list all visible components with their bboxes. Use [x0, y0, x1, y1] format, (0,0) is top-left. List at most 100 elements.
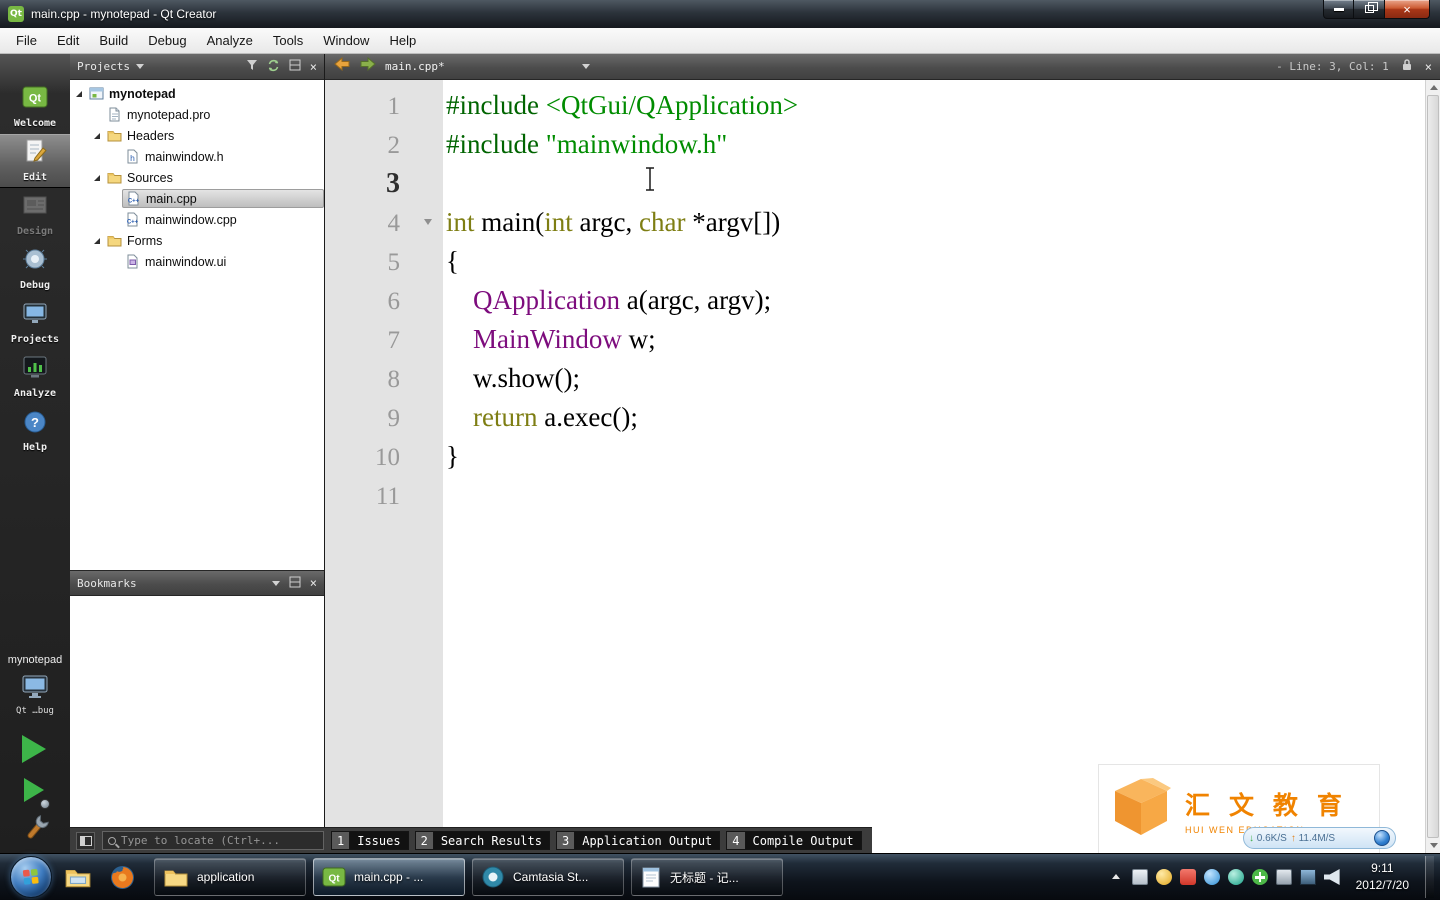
- svg-text:h: h: [130, 153, 135, 163]
- mode-debug[interactable]: Debug: [0, 242, 70, 296]
- code-line: 10}: [325, 437, 1425, 476]
- bookmarks-pane-title: Bookmarks: [77, 576, 137, 590]
- code-editor[interactable]: 1 #include <QtGui/QApplication> 2 #include …: [325, 80, 1425, 853]
- start-button[interactable]: [10, 856, 52, 898]
- tree-item-mainwindow-cpp[interactable]: C++ mainwindow.cpp: [70, 209, 324, 230]
- expanded-arrow-icon[interactable]: [94, 237, 100, 244]
- menu-analyze[interactable]: Analyze: [197, 29, 263, 52]
- bookmarks-list[interactable]: [70, 596, 324, 827]
- folder-icon: [163, 866, 189, 888]
- menu-window[interactable]: Window: [313, 29, 379, 52]
- firefox-icon[interactable]: [104, 857, 140, 897]
- printer-icon[interactable]: [1275, 869, 1292, 885]
- taskbar-button-main-cpp[interactable]: Qt main.cpp - ...: [313, 858, 465, 896]
- expanded-arrow-icon[interactable]: [76, 90, 82, 97]
- scroll-down-button[interactable]: [1426, 838, 1440, 853]
- line-number: 11: [375, 483, 400, 510]
- split-icon[interactable]: [289, 59, 301, 74]
- restore-button[interactable]: [1354, 0, 1384, 19]
- mode-welcome[interactable]: Qt Welcome: [0, 80, 70, 134]
- filter-icon[interactable]: [246, 59, 258, 74]
- back-button[interactable]: [333, 56, 351, 76]
- tree-item-forms[interactable]: Forms: [70, 230, 324, 251]
- scrollbar-thumb[interactable]: [1427, 95, 1439, 838]
- keyboard-icon[interactable]: [1131, 869, 1148, 885]
- code-line: 6 QApplication a(argc, argv);: [325, 281, 1425, 320]
- editor-scrollbar[interactable]: [1425, 80, 1440, 853]
- mode-edit[interactable]: Edit: [0, 134, 70, 188]
- plus-icon[interactable]: [1251, 869, 1268, 885]
- toggle-sidebar-button[interactable]: [76, 831, 95, 850]
- mode-projects[interactable]: Projects: [0, 296, 70, 350]
- clock[interactable]: 9:11 2012/7/20: [1356, 860, 1409, 894]
- fold-marker-icon[interactable]: [424, 219, 432, 225]
- target-selector-button[interactable]: Qt …bug: [0, 674, 70, 716]
- projects-pane-toolbar: ×: [246, 59, 317, 75]
- input-method-icon[interactable]: [1179, 869, 1196, 885]
- menu-help[interactable]: Help: [379, 29, 426, 52]
- tree-item-headers[interactable]: Headers: [70, 125, 324, 146]
- chevron-down-icon[interactable]: [135, 64, 144, 69]
- show-desktop-button[interactable]: [1425, 856, 1434, 898]
- expanded-arrow-icon[interactable]: [94, 132, 100, 139]
- code-token: <QtGui/QApplication>: [545, 90, 799, 120]
- open-file-dropdown[interactable]: main.cpp*: [385, 60, 590, 73]
- line-number: 8: [387, 366, 401, 393]
- output-pane-application-output[interactable]: 3 Application Output: [555, 831, 721, 850]
- monitor-icon[interactable]: [1299, 869, 1316, 885]
- cursor-position-label: - Line: 3, Col: 1: [1276, 60, 1389, 73]
- menu-build[interactable]: Build: [89, 29, 138, 52]
- taskbar-button-camtasia-st[interactable]: Camtasia St...: [472, 858, 624, 896]
- run-button[interactable]: [22, 735, 46, 763]
- tree-item-mainwindow-h[interactable]: h mainwindow.h: [70, 146, 324, 167]
- code-token: a.exec();: [537, 402, 638, 432]
- build-button[interactable]: [22, 814, 50, 849]
- qq-icon[interactable]: [1203, 869, 1220, 885]
- output-pane-issues[interactable]: 1 Issues: [331, 831, 409, 850]
- safe-icon[interactable]: [1155, 869, 1172, 885]
- expand-arrow-icon[interactable]: [1108, 869, 1124, 885]
- chevron-down-icon[interactable]: [271, 580, 280, 586]
- net-widget-ball-icon[interactable]: [1374, 830, 1390, 846]
- debug-run-button[interactable]: [24, 778, 44, 802]
- swirl-icon[interactable]: [1227, 869, 1244, 885]
- menu-edit[interactable]: Edit: [47, 29, 89, 52]
- output-pane-search-results[interactable]: 2 Search Results: [414, 831, 550, 850]
- menu-tools[interactable]: Tools: [263, 29, 313, 52]
- tree-label: Forms: [127, 233, 163, 248]
- forward-button[interactable]: [359, 56, 377, 76]
- mode-label: Edit: [22, 172, 48, 183]
- net-speed-widget[interactable]: 0.6K/S 11.4M/S: [1243, 827, 1396, 849]
- close-pane-icon[interactable]: ×: [310, 61, 317, 73]
- explorer-icon[interactable]: [60, 857, 96, 897]
- menu-debug[interactable]: Debug: [138, 29, 196, 52]
- lock-icon[interactable]: [1401, 58, 1413, 75]
- mode-help[interactable]: ? Help: [0, 404, 70, 458]
- tree-item-sources[interactable]: Sources: [70, 167, 324, 188]
- split-icon[interactable]: [289, 576, 301, 591]
- close-pane-icon[interactable]: ×: [310, 577, 317, 589]
- sync-with-editor-icon[interactable]: [267, 59, 280, 75]
- taskbar-button-item[interactable]: 无标题 - 记...: [631, 858, 783, 896]
- expanded-arrow-icon[interactable]: [94, 174, 100, 181]
- output-pane-compile-output[interactable]: 4 Compile Output: [726, 831, 862, 850]
- tree-item-mainwindow-ui[interactable]: mainwindow.ui: [70, 251, 324, 272]
- minimize-button[interactable]: [1323, 0, 1354, 19]
- scroll-up-button[interactable]: [1426, 80, 1440, 95]
- line-number: 10: [375, 444, 400, 471]
- close-document-icon[interactable]: ×: [1425, 61, 1432, 73]
- folder-forms-icon: [107, 233, 122, 248]
- taskbar-button-application[interactable]: application: [154, 858, 306, 896]
- mode-analyze[interactable]: Analyze: [0, 350, 70, 404]
- code-text: w.show();: [443, 363, 580, 393]
- tree-item-mynotepad[interactable]: mynotepad: [70, 83, 324, 104]
- menu-file[interactable]: File: [6, 29, 47, 52]
- mode-design[interactable]: Design: [0, 188, 70, 242]
- tree-item-mynotepad-pro[interactable]: mynotepad.pro: [70, 104, 324, 125]
- volume-icon[interactable]: [1323, 869, 1340, 885]
- close-button[interactable]: ×: [1384, 0, 1430, 19]
- tree-item-main-cpp[interactable]: C++ main.cpp: [70, 188, 324, 209]
- locator-input[interactable]: [121, 834, 318, 847]
